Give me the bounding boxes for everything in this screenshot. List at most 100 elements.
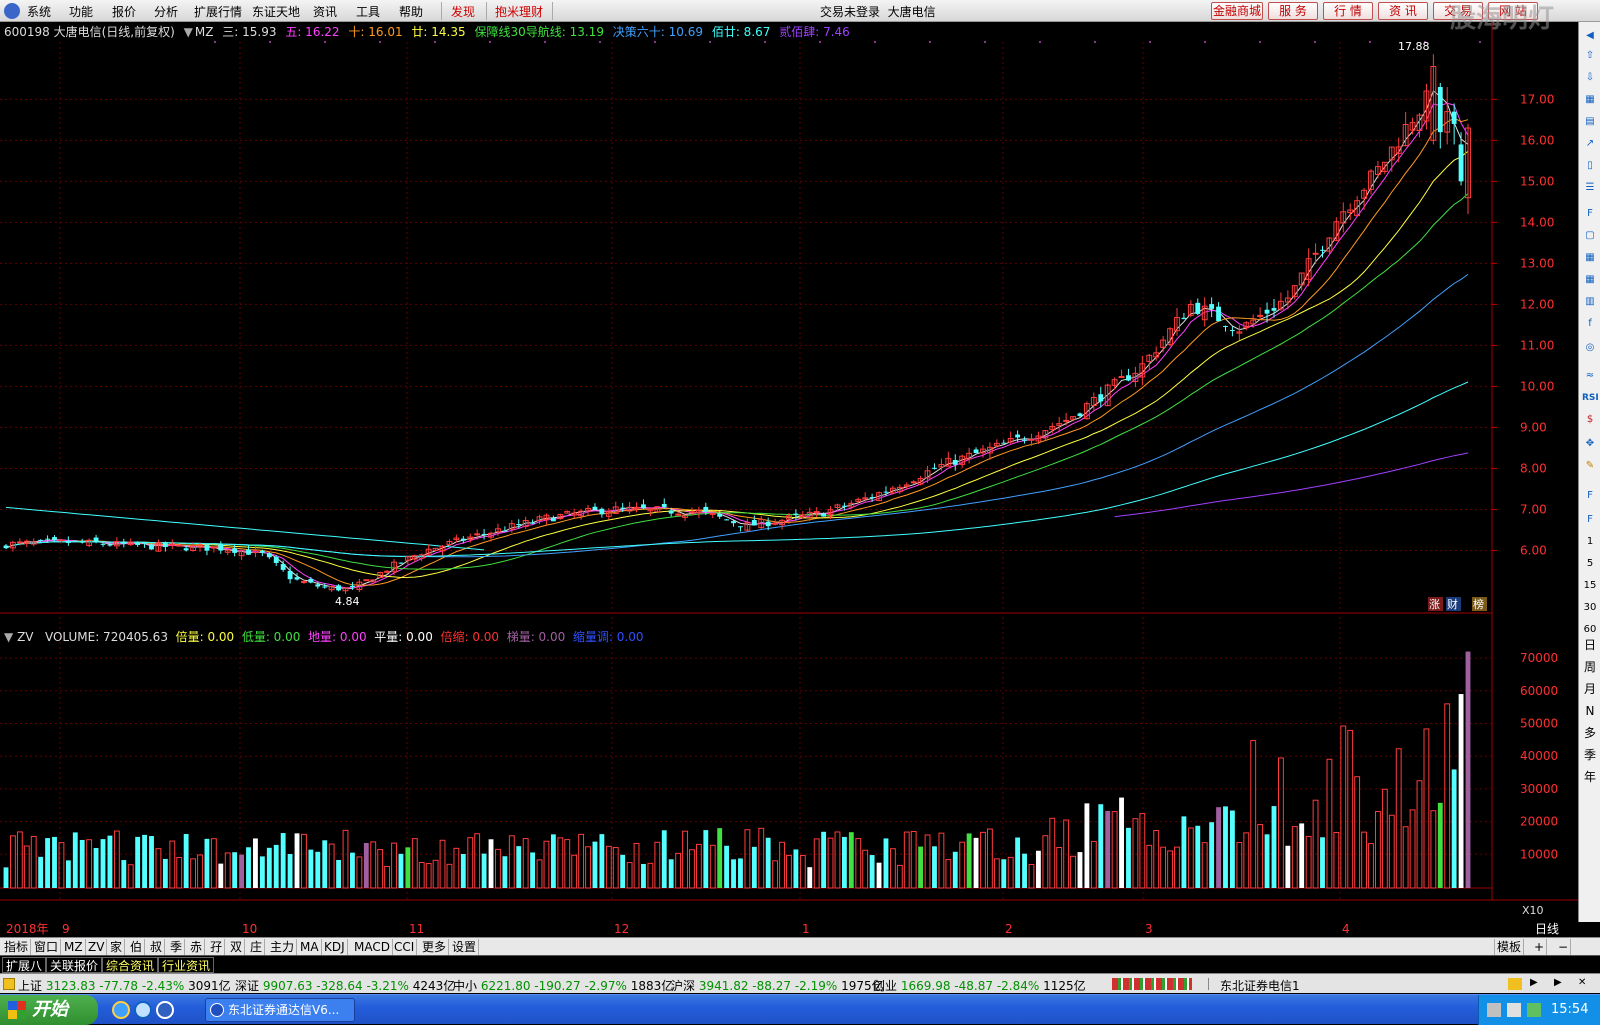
doc-icon[interactable]: ▢ [1582,228,1598,244]
sheet-icon[interactable]: ▦ [1582,250,1598,266]
market-button[interactable]: 行 情 [1323,2,1373,20]
tab-bo[interactable]: 伯 [128,939,146,955]
minus-icon[interactable]: − [1556,939,1572,955]
tab-mz[interactable]: MZ [62,939,86,955]
index-sz[interactable]: 深证 9907.63 -328.64 -3.21% 4243亿 [235,977,455,994]
close-icon[interactable]: ✕ [1578,977,1586,988]
menu-tools[interactable]: 工具 [356,3,380,20]
menu-function[interactable]: 功能 [69,3,93,20]
dropdown-icon[interactable]: ▼ [184,25,193,39]
index-cy[interactable]: 创业 1669.98 -48.87 -2.84% 1125亿 [873,977,1086,994]
chart-f-icon[interactable]: F [1582,512,1598,528]
tab-kdj[interactable]: KDJ [322,939,348,955]
coin-icon[interactable]: $ [1582,412,1598,428]
index-zx[interactable]: 中小 6221.80 -190.27 -2.97% 1883亿 [453,977,673,994]
wave-icon[interactable]: ≈ [1582,368,1598,384]
ie-icon[interactable] [112,1001,130,1019]
volume-bar [973,837,979,888]
menu-quote[interactable]: 报价 [112,3,136,20]
tab-industry-news[interactable]: 行业资讯 [158,957,215,973]
volume-info: ▼ ZV VOLUME: 720405.63 倍量: 0.00 低量: 0.00… [4,630,644,644]
start-button[interactable]: 开始 [0,995,98,1025]
network-icon[interactable] [1487,1003,1501,1017]
menu-system[interactable]: 系统 [27,3,51,20]
quote-icon[interactable]: ▦ [1582,92,1598,108]
mall-button[interactable]: 金融商城 [1211,2,1263,20]
index-hs[interactable]: 沪深 3941.82 -88.27 -2.19% 1975亿 [671,977,884,994]
period-1[interactable]: 1 [1582,534,1598,550]
menu-analysis[interactable]: 分析 [154,3,178,20]
menu-baomi[interactable]: 抱米理财 [495,3,543,20]
pen-icon[interactable]: ✎ [1582,458,1598,474]
tab-jia[interactable]: 家 [108,939,126,955]
alert-icon[interactable] [1508,978,1522,990]
add-icon[interactable]: + [1532,939,1548,955]
arrow-up-icon[interactable]: ⇧ [1582,48,1598,64]
app-icon-3[interactable] [156,1001,174,1019]
menu-news[interactable]: 资讯 [313,3,337,20]
news-button[interactable]: 资 讯 [1378,2,1428,20]
period-month[interactable]: 月 [1581,678,1599,700]
period-5[interactable]: 5 [1582,556,1598,572]
index-sh[interactable]: 上证 3123.83 -77.78 -2.43% 3091亿 [18,977,231,994]
minute-chart-icon[interactable]: ▤ [1582,114,1598,130]
kline-chart[interactable]: 17.0016.0015.0014.0013.0012.0011.0010.00… [0,22,1578,937]
menu-dongzheng[interactable]: 东证天地 [252,3,300,20]
tab-zhuang[interactable]: 庄 [248,939,266,955]
period-week[interactable]: 周 [1581,656,1599,678]
move-icon[interactable]: ✥ [1582,436,1598,452]
price-tick-label: 14.00 [1520,215,1554,229]
tab-settings[interactable]: 设置 [450,939,480,955]
tab-chi[interactable]: 赤 [188,939,206,955]
tab-zhuli[interactable]: 主力 [268,939,298,955]
period-season[interactable]: 季 [1581,744,1599,766]
tab-ma[interactable]: MA [298,939,322,955]
app-icon-2[interactable] [134,1001,152,1019]
f-icon[interactable]: F [1582,488,1598,504]
table-icon[interactable]: ▦ [1582,272,1598,288]
tray-icon-3[interactable] [1527,1003,1541,1017]
arrow-left-icon[interactable]: ◀ [1582,28,1598,44]
menu-discover[interactable]: 发现 [451,3,475,20]
list-icon[interactable]: ☰ [1582,180,1598,196]
tab-related[interactable]: 关联报价 [46,957,103,973]
tab-shu[interactable]: 叔 [148,939,166,955]
template-button[interactable]: 模板 [1494,939,1525,955]
tab-zv[interactable]: ZV [86,939,108,955]
menu-help[interactable]: 帮助 [399,3,423,20]
tab-macd[interactable]: MACD [352,939,393,955]
rsi-icon[interactable]: RSI [1582,390,1599,406]
tab-ji[interactable]: 季 [168,939,186,955]
period-n[interactable]: N [1581,700,1599,722]
tab-window[interactable]: 窗口 [32,939,62,955]
bar-chart-icon[interactable]: ▥ [1582,294,1598,310]
tab-cci[interactable]: CCI [392,939,418,955]
period-multi[interactable]: 多 [1581,722,1599,744]
period-15[interactable]: 15 [1582,578,1598,594]
tab-more[interactable]: 更多 [420,939,450,955]
volume-icon[interactable]: ▶ [1554,977,1562,988]
fund-icon[interactable]: f [1582,316,1598,332]
arrow-down-icon[interactable]: ⇩ [1582,70,1598,86]
kline-icon[interactable]: ▯ [1582,158,1598,174]
tab-zi[interactable]: 孖 [208,939,226,955]
app-logo-icon[interactable] [4,3,20,19]
zoom-icon[interactable]: ◎ [1582,340,1598,356]
tab-ext8[interactable]: 扩展八 [2,957,47,973]
lock-icon[interactable] [3,978,15,990]
tab-general-news[interactable]: 综合资讯 [102,957,159,973]
speaker-icon[interactable]: ▶ [1530,977,1538,988]
tab-shuang[interactable]: 双 [228,939,246,955]
f10-icon[interactable]: F [1582,206,1598,222]
menu-extended-market[interactable]: 扩展行情 [194,3,242,20]
period-30[interactable]: 30 [1582,600,1598,616]
line-chart-icon[interactable]: ↗ [1582,136,1598,152]
service-button[interactable]: 服 务 [1268,2,1318,20]
signal-dot [599,41,601,43]
period-day[interactable]: 日 [1581,634,1599,656]
tray-icon-2[interactable] [1507,1003,1521,1017]
period-year[interactable]: 年 [1581,766,1599,788]
tab-indicator[interactable]: 指标 [2,939,32,955]
dropdown-icon[interactable]: ▼ [4,630,13,644]
taskbar-item-tdx[interactable]: 东北证券通达信V6... [205,998,355,1022]
